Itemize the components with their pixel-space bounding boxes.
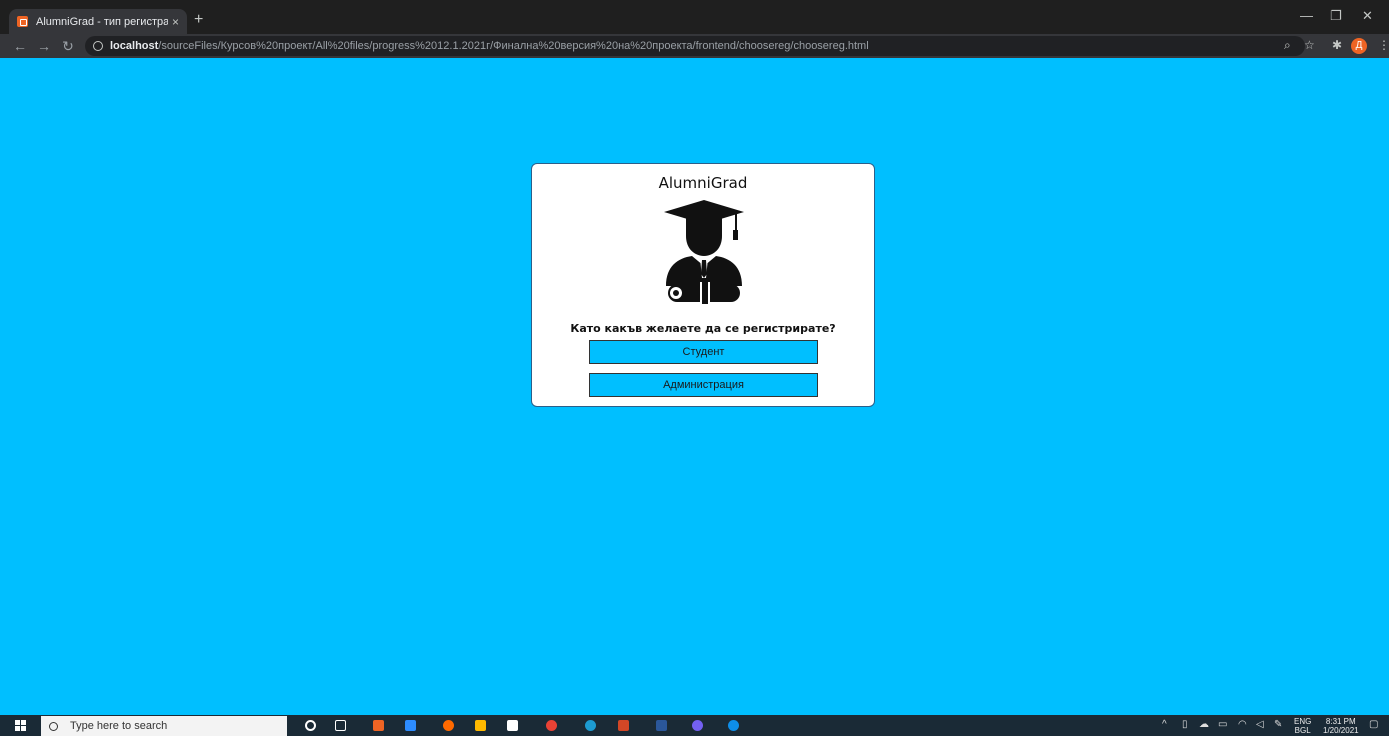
wifi-icon[interactable]: ◠ bbox=[1238, 719, 1247, 730]
tab-active[interactable]: AlumniGrad - тип регистрация × bbox=[9, 9, 187, 34]
clock-time: 8:31 PM bbox=[1325, 717, 1356, 726]
search-placeholder: Type here to search bbox=[70, 720, 168, 732]
registration-choice-card: AlumniGrad Като какъв желаете да се реги… bbox=[531, 163, 875, 407]
battery-icon[interactable]: ▭ bbox=[1218, 719, 1227, 730]
language-code: ENG bbox=[1294, 717, 1312, 726]
extensions-puzzle-icon[interactable]: ✱ bbox=[1332, 38, 1342, 52]
search-icon bbox=[49, 721, 58, 731]
profile-avatar[interactable]: Д bbox=[1351, 38, 1367, 54]
admin-button[interactable]: Администрация bbox=[589, 373, 818, 397]
taskbar-clock[interactable]: 8:31 PM 1/20/2021 bbox=[1323, 717, 1359, 735]
address-bar[interactable]: localhost /sourceFiles/Курсов%20проект/A… bbox=[85, 36, 1305, 56]
task-view-icon[interactable] bbox=[335, 720, 346, 731]
bookmark-star-icon[interactable]: ☆ bbox=[1304, 38, 1315, 52]
volume-icon[interactable]: ◁ bbox=[1256, 719, 1264, 730]
notifications-icon[interactable]: ▢ bbox=[1369, 719, 1378, 730]
teamviewer-icon[interactable] bbox=[728, 720, 739, 731]
url-path: /sourceFiles/Курсов%20проект/All%20files… bbox=[158, 40, 869, 52]
page-viewport: AlumniGrad Като какъв желаете да се реги… bbox=[0, 58, 1389, 715]
forward-arrow-icon[interactable]: → bbox=[34, 38, 54, 54]
firefox-icon[interactable] bbox=[443, 720, 454, 731]
pen-icon[interactable]: ✎ bbox=[1274, 719, 1282, 730]
viber-icon[interactable] bbox=[692, 720, 703, 731]
browser-toolbar: ← → ↻ localhost /sourceFiles/Курсов%20пр… bbox=[0, 34, 1389, 58]
onedrive-icon[interactable]: ☁ bbox=[1199, 719, 1209, 730]
back-arrow-icon[interactable]: ← bbox=[10, 38, 30, 54]
zoom-icon[interactable]: ⌕ bbox=[1284, 38, 1291, 53]
edge-icon[interactable] bbox=[585, 720, 596, 731]
file-explorer-icon[interactable] bbox=[475, 720, 486, 731]
clock-date: 1/20/2021 bbox=[1323, 726, 1359, 735]
restore-icon[interactable]: ❐ bbox=[1330, 8, 1342, 24]
windows-start-icon[interactable] bbox=[15, 720, 26, 731]
xampp-favicon-icon bbox=[17, 16, 28, 27]
registration-question: Като какъв желаете да се регистрирате? bbox=[570, 322, 836, 335]
windows-taskbar: Type here to search ^ ▯ ☁ ▭ ◠ ◁ ✎ ENG BG… bbox=[0, 715, 1389, 736]
keyboard-layout: BGL bbox=[1294, 726, 1311, 735]
menu-kebab-icon[interactable]: ⋮ bbox=[1378, 38, 1389, 52]
tab-title: AlumniGrad - тип регистрация bbox=[36, 15, 168, 28]
window-close-icon[interactable]: ✕ bbox=[1362, 8, 1373, 24]
tab-strip: AlumniGrad - тип регистрация × + — ❐ ✕ bbox=[0, 0, 1389, 34]
store-icon[interactable] bbox=[507, 720, 518, 731]
tray-chevron-icon[interactable]: ^ bbox=[1162, 719, 1167, 730]
minimize-icon[interactable]: — bbox=[1300, 8, 1313, 23]
tab-close-icon[interactable]: × bbox=[172, 15, 179, 29]
cortana-icon[interactable] bbox=[305, 720, 316, 731]
new-tab-button[interactable]: + bbox=[194, 10, 203, 30]
language-indicator[interactable]: ENG BGL bbox=[1294, 717, 1311, 735]
student-button[interactable]: Студент bbox=[589, 340, 818, 364]
powerpoint-icon[interactable] bbox=[618, 720, 629, 731]
graduate-icon bbox=[664, 200, 744, 304]
tray-device-icon[interactable]: ▯ bbox=[1182, 719, 1188, 730]
zoom-app-icon[interactable] bbox=[405, 720, 416, 731]
site-info-icon[interactable] bbox=[93, 41, 103, 51]
taskbar-search[interactable]: Type here to search bbox=[41, 716, 287, 736]
brand-title: AlumniGrad bbox=[658, 174, 748, 192]
reload-icon[interactable]: ↻ bbox=[58, 38, 78, 55]
word-icon[interactable] bbox=[656, 720, 667, 731]
xampp-icon[interactable] bbox=[373, 720, 384, 731]
chrome-icon[interactable] bbox=[546, 720, 557, 731]
url-host: localhost bbox=[110, 40, 159, 52]
